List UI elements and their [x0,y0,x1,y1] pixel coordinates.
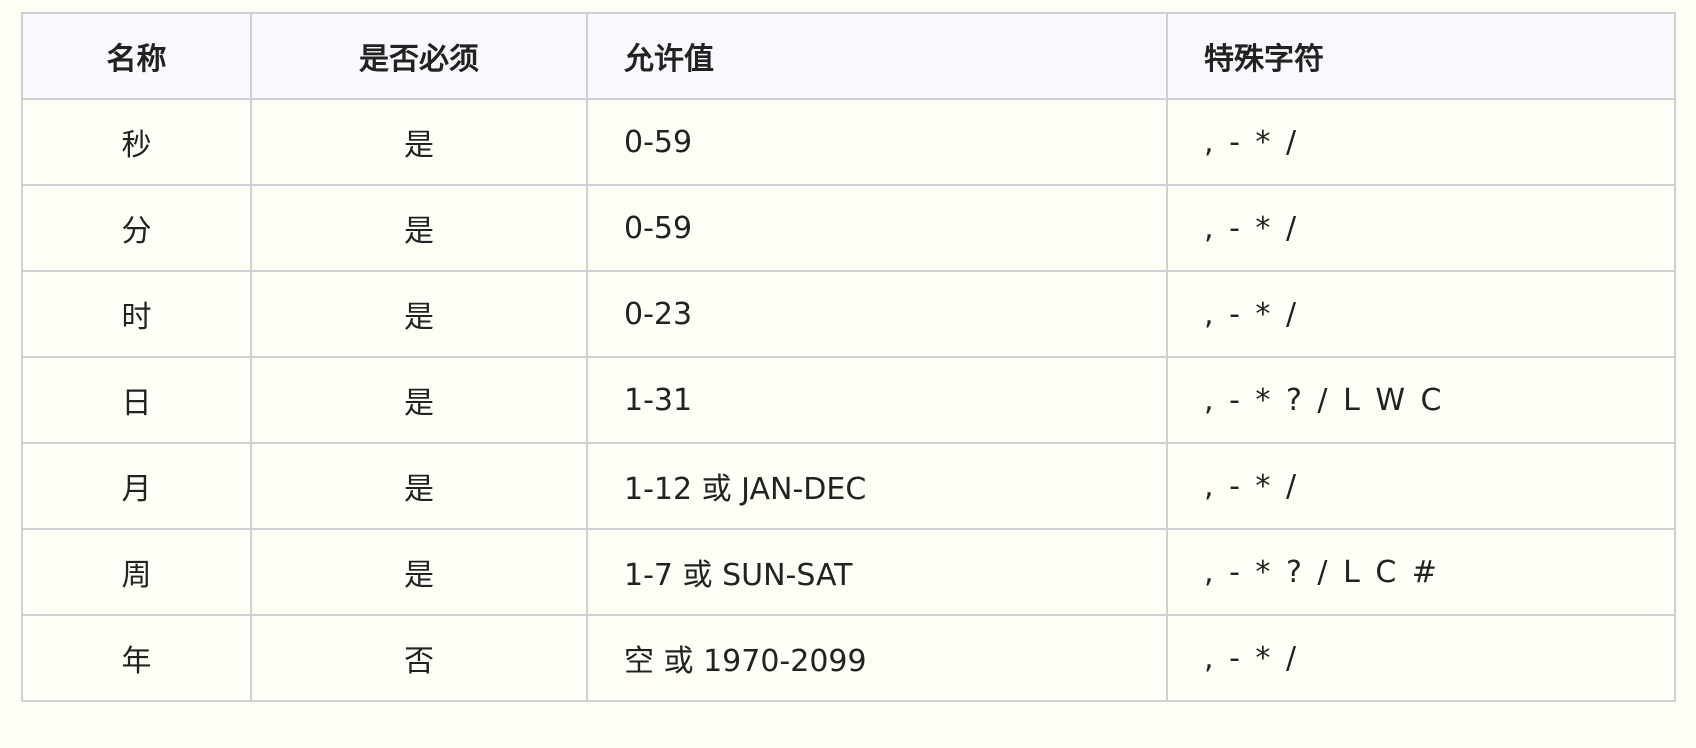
cell-allowed-values: 0-59 [586,98,1168,186]
header-required: 是否必须 [250,12,588,100]
cell-required: 是 [250,528,588,616]
cell-allowed-values: 1-12 或 JAN-DEC [586,442,1168,530]
header-allowed-values: 允许值 [586,12,1168,100]
cell-allowed-values: 1-31 [586,356,1168,444]
cell-special-characters: , - * / [1166,442,1676,530]
cell-required: 是 [250,442,588,530]
table-body: 秒 是 0-59 , - * / 分 是 0-59 , - * / 时 是 0-… [21,98,1676,702]
table-row: 时 是 0-23 , - * / [21,270,1676,358]
cell-name: 年 [21,614,252,702]
table-header: 名称 是否必须 允许值 特殊字符 [21,12,1676,100]
cell-special-characters: , - * ? / L W C [1166,356,1676,444]
cell-special-characters: , - * / [1166,614,1676,702]
cell-required: 是 [250,270,588,358]
cell-allowed-values: 空 或 1970-2099 [586,614,1168,702]
cell-name: 秒 [21,98,252,186]
cron-field-table: 名称 是否必须 允许值 特殊字符 秒 是 0-59 , - * / 分 是 0-… [21,12,1676,702]
cell-name: 周 [21,528,252,616]
header-name: 名称 [21,12,252,100]
header-special-characters: 特殊字符 [1166,12,1676,100]
cell-name: 日 [21,356,252,444]
header-row: 名称 是否必须 允许值 特殊字符 [21,12,1676,100]
cell-required: 是 [250,356,588,444]
cell-special-characters: , - * / [1166,184,1676,272]
cell-name: 月 [21,442,252,530]
cell-special-characters: , - * / [1166,270,1676,358]
cell-required: 是 [250,98,588,186]
table-row: 分 是 0-59 , - * / [21,184,1676,272]
table-row: 周 是 1-7 或 SUN-SAT , - * ? / L C # [21,528,1676,616]
cell-name: 分 [21,184,252,272]
cell-name: 时 [21,270,252,358]
table-row: 年 否 空 或 1970-2099 , - * / [21,614,1676,702]
page: { "table": { "headers": { "name": "名称", … [0,0,1696,748]
table-row: 月 是 1-12 或 JAN-DEC , - * / [21,442,1676,530]
table-row: 日 是 1-31 , - * ? / L W C [21,356,1676,444]
cell-allowed-values: 0-59 [586,184,1168,272]
cell-required: 否 [250,614,588,702]
cell-special-characters: , - * ? / L C # [1166,528,1676,616]
cron-field-table-container: 名称 是否必须 允许值 特殊字符 秒 是 0-59 , - * / 分 是 0-… [21,12,1676,702]
table-row: 秒 是 0-59 , - * / [21,98,1676,186]
cell-allowed-values: 1-7 或 SUN-SAT [586,528,1168,616]
cell-required: 是 [250,184,588,272]
cell-allowed-values: 0-23 [586,270,1168,358]
cell-special-characters: , - * / [1166,98,1676,186]
